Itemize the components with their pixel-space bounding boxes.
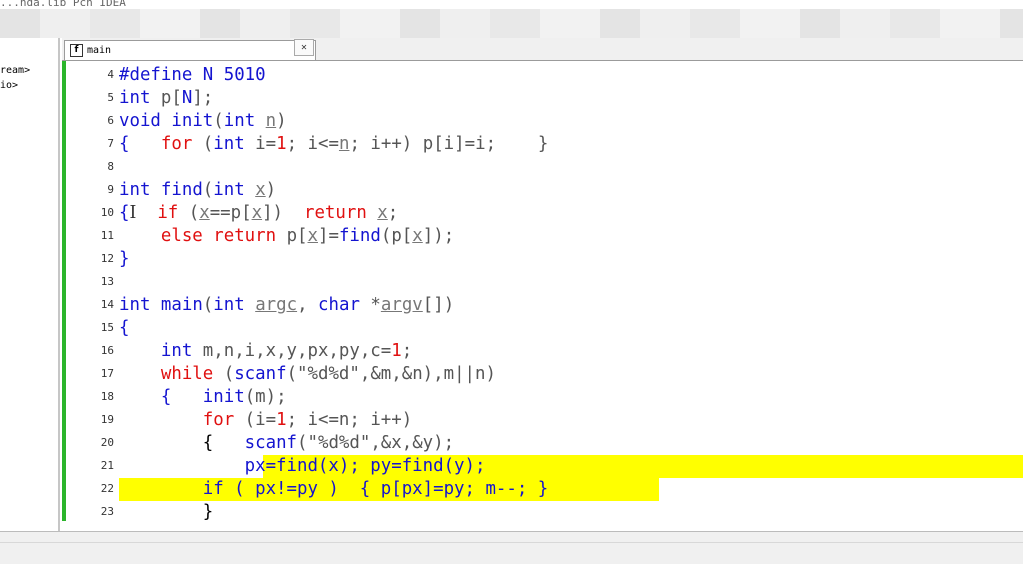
code-text[interactable]: #define N 5010 (119, 65, 266, 86)
code-text[interactable]: int m,n,i,x,y,px,py,c=1; (119, 341, 412, 362)
code-line: 12 } (66, 248, 1023, 271)
line-number: 21 (100, 459, 114, 472)
line-number: 7 (107, 137, 114, 150)
code-line: 19 for (i=1; i<=n; i++) (66, 409, 1023, 432)
code-line: 13 (66, 271, 1023, 294)
code-text[interactable]: } (119, 502, 213, 521)
code-text[interactable]: for (i=1; i<=n; i++) (119, 410, 412, 431)
tree-item[interactable]: ream> (0, 65, 30, 76)
code-text[interactable]: int find(int x) (119, 180, 276, 201)
line-number: 23 (100, 505, 114, 518)
title-bar-background (0, 9, 1023, 38)
code-text[interactable]: px=find(x); py=find(y); (119, 456, 486, 477)
line-number: 22 (100, 482, 114, 495)
line-number: 17 (100, 367, 114, 380)
code-line: 18 { init(m); (66, 386, 1023, 409)
code-line: 16 int m,n,i,x,y,px,py,c=1; (66, 340, 1023, 363)
line-number: 8 (107, 160, 114, 173)
line-number: 13 (100, 275, 114, 288)
code-editor[interactable]: 4 #define N 5010 5 int p[N]; 6 void init… (66, 61, 1023, 521)
line-number: 5 (107, 91, 114, 104)
line-number: 10 (100, 206, 114, 219)
code-text[interactable]: void init(int n) (119, 111, 287, 132)
code-text[interactable]: else return p[x]=find(p[x]); (119, 226, 454, 247)
divider (0, 542, 1023, 543)
line-number: 19 (100, 413, 114, 426)
code-line: 23 } (66, 501, 1023, 521)
line-number: 14 (100, 298, 114, 311)
code-line-highlighted: 22 if ( px!=py ) { p[px]=py; m--; } (66, 478, 1023, 501)
code-line: 8 (66, 156, 1023, 179)
line-number: 11 (100, 229, 114, 242)
line-number: 15 (100, 321, 114, 334)
code-line: 6 void init(int n) (66, 110, 1023, 133)
title-bar: ...nda.lib Pch IDEA (0, 0, 1023, 38)
code-line: 20 { scanf("%d%d",&x,&y); (66, 432, 1023, 455)
code-line: 7 { for (int i=1; i<=n; i++) p[i]=i; } (66, 133, 1023, 156)
line-number: 9 (107, 183, 114, 196)
line-number: 20 (100, 436, 114, 449)
close-tab-icon[interactable]: ✕ (294, 39, 314, 56)
code-text[interactable]: } (119, 249, 129, 270)
code-line: 10 {I if (x==p[x]) return x; (66, 202, 1023, 225)
code-line: 11 else return p[x]=find(p[x]); (66, 225, 1023, 248)
window-title: ...nda.lib Pch IDEA (0, 0, 126, 9)
code-line: 4 #define N 5010 (66, 64, 1023, 87)
code-text[interactable]: { (119, 318, 129, 339)
code-text[interactable]: {I if (x==p[x]) return x; (119, 203, 398, 224)
line-number: 6 (107, 114, 114, 127)
line-number: 16 (100, 344, 114, 357)
file-icon: f (70, 44, 83, 57)
tree-item[interactable]: io> (0, 80, 18, 91)
status-bar (0, 531, 1023, 564)
tab-label: main (87, 45, 112, 56)
code-line: 5 int p[N]; (66, 87, 1023, 110)
line-number: 4 (107, 68, 114, 81)
code-line-highlighted: 21 px=find(x); py=find(y); (66, 455, 1023, 478)
code-text[interactable]: int main(int argc, char *argv[]) (119, 295, 454, 316)
line-number: 12 (100, 252, 114, 265)
editor-tab-strip: f main (62, 38, 1023, 61)
code-text[interactable]: { init(m); (119, 387, 287, 408)
code-text[interactable]: if ( px!=py ) { p[px]=py; m--; } (119, 479, 549, 500)
project-tree-panel[interactable]: ream> io> (0, 38, 60, 531)
code-text[interactable]: int p[N]; (119, 88, 213, 109)
code-line: 14 int main(int argc, char *argv[]) (66, 294, 1023, 317)
code-text[interactable]: while (scanf("%d%d",&m,&n),m||n) (119, 364, 496, 385)
tab-main[interactable]: f main (64, 40, 316, 60)
code-text[interactable]: { for (int i=1; i<=n; i++) p[i]=i; } (119, 134, 548, 155)
code-line: 9 int find(int x) (66, 179, 1023, 202)
line-number: 18 (100, 390, 114, 403)
code-line: 15 { (66, 317, 1023, 340)
code-text[interactable]: { scanf("%d%d",&x,&y); (119, 433, 454, 454)
code-line: 17 while (scanf("%d%d",&m,&n),m||n) (66, 363, 1023, 386)
